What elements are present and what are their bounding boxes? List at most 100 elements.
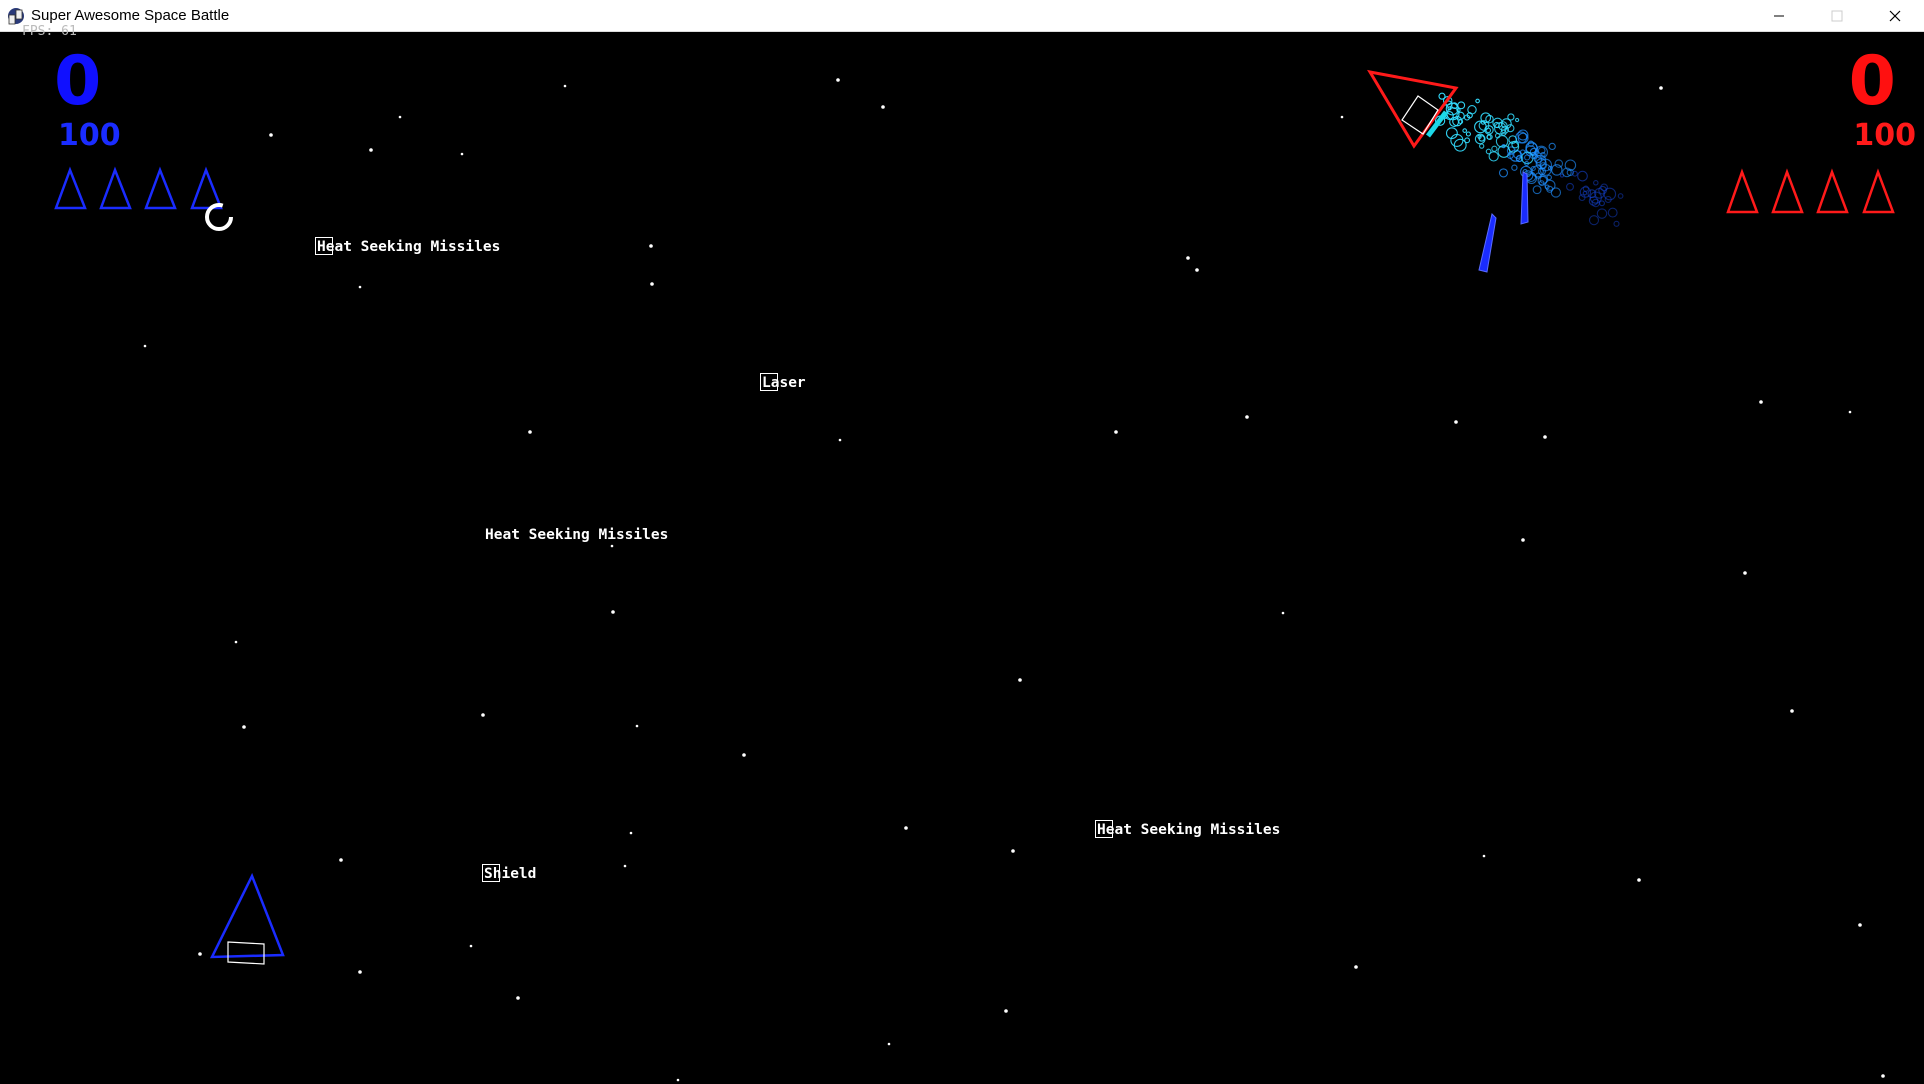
exhaust-particle — [1485, 114, 1494, 124]
star — [1482, 854, 1486, 858]
player2-health: 100 — [1853, 118, 1916, 153]
star — [1743, 571, 1747, 575]
exhaust-particle — [1514, 117, 1520, 123]
exhaust-particle — [1532, 185, 1542, 195]
minimize-button[interactable] — [1750, 0, 1808, 32]
star — [838, 438, 842, 442]
star — [1018, 678, 1022, 682]
star — [469, 944, 473, 948]
star — [1354, 965, 1358, 969]
star — [358, 285, 362, 289]
star — [676, 1078, 680, 1082]
star — [198, 952, 202, 956]
star — [611, 610, 615, 614]
player2-life-icon — [1771, 168, 1804, 214]
pickup-box — [315, 237, 333, 255]
star — [1011, 849, 1015, 853]
exhaust-particle — [1546, 174, 1552, 181]
exhaust-particle — [1485, 148, 1492, 155]
player2-life-icon — [1726, 168, 1759, 214]
missile — [1520, 171, 1529, 225]
exhaust-particle — [1613, 220, 1620, 227]
star — [1790, 709, 1794, 713]
starfield — [143, 78, 1885, 1082]
pickup-laser: Laser — [760, 373, 806, 391]
exhaust-particle — [1577, 170, 1588, 182]
star — [887, 1042, 891, 1046]
star — [481, 713, 485, 717]
player1-lives — [54, 166, 223, 210]
title-bar[interactable]: Super Awesome Space Battle — [0, 0, 1924, 32]
minimize-icon — [1774, 15, 1784, 17]
star — [1759, 400, 1763, 404]
exhaust-particle — [1519, 149, 1526, 155]
star — [650, 282, 654, 286]
exhaust-particle — [1475, 98, 1480, 104]
star — [1195, 268, 1199, 272]
star — [635, 724, 639, 728]
exhaust-particle — [1599, 200, 1605, 207]
exhaust-particle — [1596, 208, 1608, 219]
pickup-label: Heat Seeking Missiles — [485, 527, 669, 543]
pickup-heat-seeking-missiles: Heat Seeking Missiles — [315, 237, 501, 255]
star — [1340, 115, 1344, 119]
star — [649, 244, 653, 248]
game-canvas[interactable]: FPS: 61 0 100 0 100 Heat Seeking Missile… — [0, 24, 1924, 1084]
player2-life-icon — [1862, 168, 1895, 214]
player2-lives — [1726, 168, 1895, 214]
exhaust-particle — [1579, 186, 1592, 198]
star — [1521, 538, 1525, 542]
fps-counter: FPS: 61 — [22, 24, 77, 39]
star — [742, 753, 746, 757]
pickup-box — [760, 373, 778, 391]
pickup-heat-seeking-missiles: Heat Seeking Missiles — [1095, 820, 1280, 838]
game-window: Super Awesome Space Battle FPS: 61 0 100… — [0, 0, 1924, 1084]
exhaust-particle — [1491, 145, 1498, 152]
missile — [1478, 213, 1497, 273]
player2-ship — [1367, 69, 1624, 227]
close-icon — [1889, 10, 1901, 22]
star — [563, 84, 567, 88]
player1-life-icon — [54, 166, 87, 210]
exhaust-particle — [1607, 207, 1618, 218]
star — [143, 344, 147, 348]
engine-exhaust — [1434, 92, 1624, 227]
pickup-box — [1095, 820, 1113, 838]
star — [623, 864, 627, 868]
app-icon — [8, 8, 24, 25]
player2-score: 0 — [1848, 42, 1896, 121]
player1-life-icon — [144, 166, 177, 210]
maximize-button[interactable] — [1808, 0, 1866, 32]
star — [1659, 86, 1663, 90]
window-title: Super Awesome Space Battle — [31, 7, 230, 24]
star — [629, 831, 633, 835]
player1-life-icon — [190, 166, 223, 210]
exhaust-particle — [1479, 143, 1485, 149]
exhaust-particle — [1548, 142, 1556, 151]
exhaust-particle — [1588, 215, 1600, 226]
exhaust-particle — [1617, 193, 1624, 199]
player1-ship — [209, 872, 285, 965]
exhaust-particle — [1588, 196, 1599, 206]
star — [1848, 410, 1852, 414]
star — [369, 148, 373, 152]
pickup-box — [482, 864, 500, 882]
star — [1454, 420, 1458, 424]
star — [1245, 415, 1249, 419]
exhaust-particle — [1457, 101, 1466, 110]
close-button[interactable] — [1866, 0, 1924, 32]
exhaust-particle — [1511, 164, 1518, 171]
exhaust-particle — [1464, 137, 1471, 144]
exhaust-particle — [1485, 127, 1492, 134]
star — [1637, 878, 1641, 882]
exhaust-particle — [1465, 131, 1471, 137]
exhaust-particle — [1462, 128, 1468, 133]
star — [269, 133, 273, 137]
star — [358, 970, 362, 974]
exhaust-particle — [1593, 180, 1599, 186]
exhaust-particle — [1498, 168, 1509, 178]
exhaust-particle — [1582, 190, 1588, 196]
pickup-heat-seeking-missiles: Heat Seeking Missiles — [485, 527, 668, 543]
pickup-label: Heat Seeking Missiles — [317, 239, 501, 255]
player2-life-icon — [1816, 168, 1849, 214]
